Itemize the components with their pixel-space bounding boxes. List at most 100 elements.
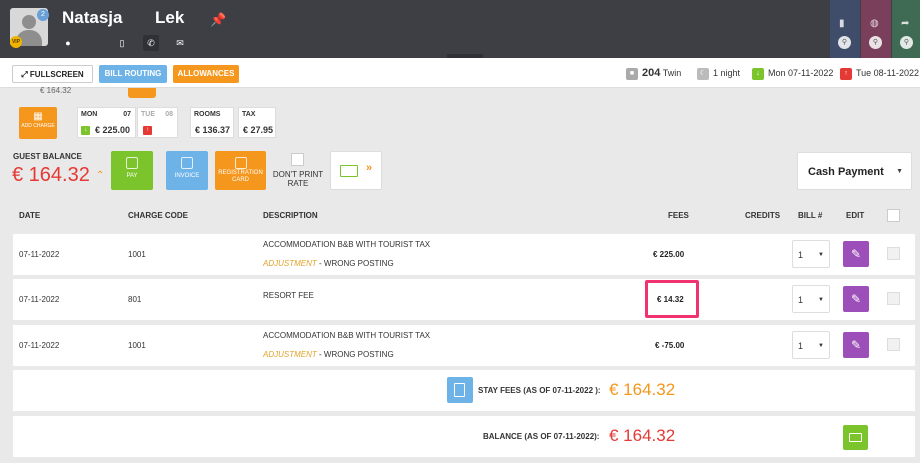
row-charge-code: 801 xyxy=(128,295,142,304)
row-checkbox[interactable] xyxy=(887,338,900,351)
location-icon[interactable]: ● xyxy=(60,35,76,51)
search-icon[interactable]: ⚲ xyxy=(869,36,882,49)
row-date: 07-11-2022 xyxy=(19,250,60,259)
row-description: ACCOMMODATION B&B WITH TOURIST TAX xyxy=(263,331,431,340)
col-date: DATE xyxy=(19,211,41,220)
row-adjustment: ADJUSTMENT - WRONG POSTING xyxy=(263,259,394,268)
arrival-info: ↓ Mon 07-11-2022 xyxy=(752,66,833,80)
guest-first-name: Natasja xyxy=(62,8,123,27)
registration-card-button[interactable]: REGISTRATION CARD xyxy=(215,151,266,190)
moon-icon: ☾ xyxy=(697,67,709,80)
fullscreen-button[interactable]: ⤢ FULLSCREEN xyxy=(12,65,93,83)
payment-method-select[interactable]: Cash Payment ▼ xyxy=(797,152,912,190)
phone-icon[interactable]: ✆ xyxy=(143,35,159,51)
share-shortcut[interactable]: ➦ ⚲ xyxy=(892,0,920,58)
bill-number-value: 1 xyxy=(798,341,804,351)
table-row xyxy=(13,234,915,275)
row-date: 07-11-2022 xyxy=(19,295,60,304)
guest-header xyxy=(0,0,920,58)
departure-date: Tue 08-11-2022 xyxy=(856,68,920,78)
table-row xyxy=(13,325,915,366)
rooms-label: ROOMS xyxy=(194,111,221,118)
departure-icon: ↑ xyxy=(840,67,852,80)
wallet-button[interactable] xyxy=(843,425,868,450)
balance-amount: € 164.32 xyxy=(609,426,676,445)
chevron-down-icon: ▼ xyxy=(818,252,824,258)
pin-icon[interactable]: 📌 xyxy=(210,12,226,28)
fee-highlight xyxy=(645,280,699,318)
guest-last-name: Lek xyxy=(155,8,185,27)
add-charge-button[interactable]: ▦ ADD CHARGE xyxy=(19,107,57,139)
bill-number-select[interactable]: 1 ▼ xyxy=(792,331,830,359)
adjustment-reason: - WRONG POSTING xyxy=(316,350,394,359)
edit-button[interactable]: ✎ xyxy=(843,241,869,267)
wallet-icon xyxy=(126,157,138,169)
bill-number-value: 1 xyxy=(798,250,804,260)
mobile-icon[interactable]: ▯ xyxy=(114,35,130,51)
col-description: DESCRIPTION xyxy=(263,211,318,220)
row-fee: € 225.00 xyxy=(653,250,685,259)
balance-label: BALANCE (AS OF 07-11-2022): xyxy=(483,432,600,441)
day-card-tue[interactable]: TUE 08 ↑ xyxy=(137,107,178,138)
col-bill: BILL # xyxy=(798,211,823,220)
tax-total: TAX € 27.95 xyxy=(238,107,276,138)
email-icon[interactable]: ✉ xyxy=(172,35,188,51)
chevron-up-icon[interactable]: ⌃ xyxy=(96,170,104,181)
table-row xyxy=(13,279,915,320)
pay-button[interactable]: PAY xyxy=(111,151,153,190)
row-description: RESORT FEE xyxy=(263,291,314,300)
room-shortcut[interactable]: ▮ ⚲ xyxy=(830,0,860,58)
row-checkbox[interactable] xyxy=(887,247,900,260)
search-icon[interactable]: ⚲ xyxy=(900,36,913,49)
pencil-icon: ✎ xyxy=(850,247,862,261)
allowances-button[interactable]: ALLOWANCES xyxy=(173,65,239,83)
invoice-icon xyxy=(181,157,193,169)
edit-button[interactable]: ✎ xyxy=(843,286,869,312)
web-shortcut[interactable]: ◍ ⚲ xyxy=(861,0,891,58)
bill-number-select[interactable]: 1 ▼ xyxy=(792,285,830,313)
invoice-button[interactable]: INVOICE xyxy=(166,151,208,190)
card-icon xyxy=(340,165,358,177)
day-amount: € 225.00 xyxy=(95,125,131,135)
room-number: 204 xyxy=(642,67,661,79)
stay-fees-icon[interactable] xyxy=(447,377,473,403)
stay-fees-label: STAY FEES (AS OF 07-11-2022 ): xyxy=(478,386,601,395)
row-charge-code: 1001 xyxy=(128,250,146,259)
add-charge-label: ADD CHARGE xyxy=(21,123,55,129)
vip-badge: VIP xyxy=(10,36,22,48)
nights-info: ☾ 1 night xyxy=(697,66,740,80)
arrival-icon: ↓ xyxy=(752,67,764,80)
payment-method-value: Cash Payment xyxy=(808,166,884,178)
double-chevron-down-icon: » xyxy=(366,162,373,174)
expand-tab[interactable] xyxy=(128,88,156,98)
guest-balance-label: GUEST BALANCE xyxy=(13,152,82,161)
select-all-checkbox[interactable] xyxy=(887,209,900,222)
room-type: Twin xyxy=(662,68,682,78)
bill-number-select[interactable]: 1 ▼ xyxy=(792,240,830,268)
chevron-down-icon: ▼ xyxy=(896,168,903,175)
more-actions-button[interactable]: » xyxy=(330,151,382,190)
balance-row xyxy=(13,416,915,457)
clipped-amount: € 164.32 xyxy=(40,86,72,95)
adjustment-tag: ADJUSTMENT xyxy=(263,350,317,359)
edit-button[interactable]: ✎ xyxy=(843,332,869,358)
fullscreen-label: FULLSCREEN xyxy=(29,70,84,79)
chevron-down-icon: ▼ xyxy=(818,297,824,303)
adjustment-reason: - WRONG POSTING xyxy=(316,259,394,268)
add-charge-icon: ▦ xyxy=(33,111,43,122)
invoice-label: INVOICE xyxy=(174,173,200,179)
arrival-date: Mon 07-11-2022 xyxy=(768,68,834,78)
guest-balance-amount: € 164.32 xyxy=(12,164,90,186)
row-checkbox[interactable] xyxy=(887,292,900,305)
bill-routing-button[interactable]: BILL ROUTING xyxy=(99,65,167,83)
room-icon: ■ xyxy=(626,67,638,80)
col-edit: EDIT xyxy=(846,211,865,220)
search-icon[interactable]: ⚲ xyxy=(838,36,851,49)
day-date: 07 xyxy=(123,111,131,118)
arrival-icon: ↓ xyxy=(81,126,90,135)
dont-print-rate-checkbox[interactable] xyxy=(291,153,304,166)
tax-value: € 27.95 xyxy=(243,125,274,135)
day-card-mon[interactable]: MON 07 ↓ € 225.00 xyxy=(77,107,136,138)
chevron-down-icon: ▼ xyxy=(818,343,824,349)
day-date: 08 xyxy=(165,111,173,118)
